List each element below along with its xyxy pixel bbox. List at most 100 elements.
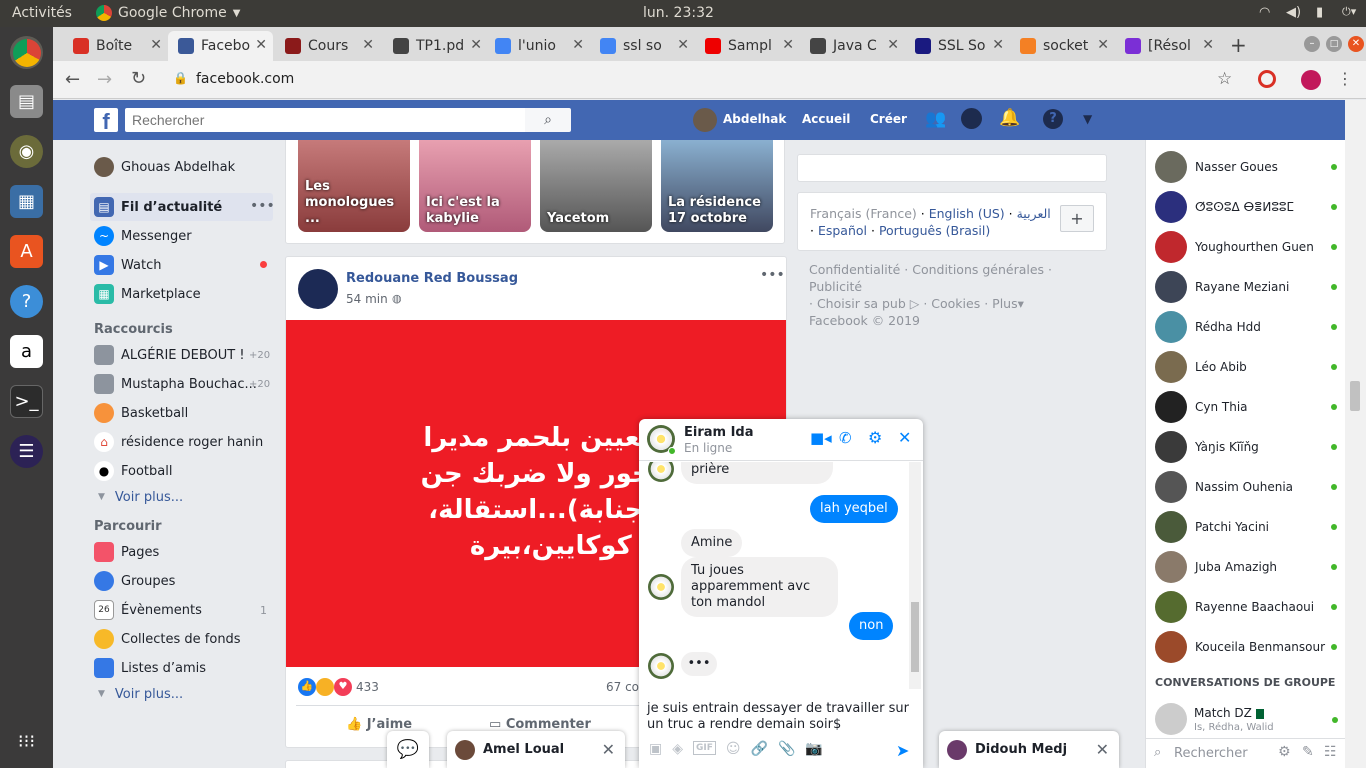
notifications-bell-icon[interactable]: 🔔 — [999, 108, 1020, 128]
chat-scrollbar[interactable] — [909, 462, 921, 689]
shortcut-item[interactable]: ⌂ résidence roger hanin — [94, 431, 269, 453]
contact-item[interactable]: Patchi Yacini — [1155, 510, 1345, 544]
post-author[interactable]: Redouane Red Boussag — [346, 271, 518, 286]
minimize-icon[interactable]: – — [1304, 36, 1320, 52]
close-tab-icon[interactable]: ✕ — [1097, 37, 1109, 53]
like-button[interactable]: 👍 J’aime — [346, 717, 412, 732]
gif-icon[interactable]: GIF — [693, 741, 716, 755]
sidebar-user[interactable]: Ghouas Abdelhak — [94, 156, 235, 178]
footer-link[interactable]: Plus — [992, 296, 1017, 311]
footer-link[interactable]: Cookies — [931, 296, 980, 311]
forward-icon[interactable]: → — [97, 69, 112, 90]
tab-7[interactable]: Sampl ✕ — [695, 31, 800, 61]
close-icon[interactable]: ✕ — [602, 740, 615, 759]
story-2[interactable]: Ici c'est la kabylie — [419, 140, 531, 232]
close-tab-icon[interactable]: ✕ — [677, 37, 689, 53]
contact-item[interactable]: Yàŋis Kĩĩňg — [1155, 430, 1345, 464]
messenger-dock-button[interactable]: 💬 — [387, 731, 429, 768]
show-apps-icon[interactable]: ⁝⁝⁝ — [10, 725, 43, 758]
contact-item[interactable]: Rayane Meziani — [1155, 270, 1345, 304]
profile-link[interactable]: Abdelhak — [723, 112, 786, 126]
files-icon[interactable]: ▤ — [10, 85, 43, 118]
gear-icon[interactable]: ⚙ — [1278, 744, 1291, 760]
close-icon[interactable]: ✕ — [898, 428, 911, 447]
group-avatar[interactable] — [1155, 703, 1187, 735]
explore-item[interactable]: Groupes — [94, 570, 279, 592]
volume-icon[interactable]: ◀) — [1286, 5, 1301, 20]
chat-contact-name[interactable]: Eiram Ida — [684, 425, 754, 440]
shortcut-item[interactable]: Mustapha Bouchac... +20 — [94, 373, 270, 395]
gear-icon[interactable]: ⚙ — [868, 428, 882, 447]
home-link[interactable]: Accueil — [802, 112, 850, 126]
wifi-icon[interactable]: ◠ — [1259, 5, 1270, 20]
messenger-icon[interactable] — [961, 108, 982, 129]
story-3[interactable]: Yacetom — [540, 140, 652, 232]
add-language-button[interactable]: + — [1060, 205, 1094, 232]
sidebar-item-marketplace[interactable]: ▦ Marketplace — [94, 283, 201, 305]
close-tab-icon[interactable]: ✕ — [992, 37, 1004, 53]
chat-header[interactable]: Eiram Ida En ligne ■◂ ✆ ⚙ ✕ — [639, 419, 923, 461]
terminal-icon[interactable]: >_ — [10, 385, 43, 418]
see-more-shortcuts[interactable]: ▼ Voir plus... — [98, 486, 183, 508]
contact-item[interactable]: Youghourthen Guen — [1155, 230, 1345, 264]
close-tab-icon[interactable]: ✕ — [782, 37, 794, 53]
profile-avatar[interactable] — [1301, 70, 1321, 90]
tab-5[interactable]: l'unio ✕ — [485, 31, 590, 61]
language-link[interactable]: Español — [818, 223, 867, 238]
phone-call-icon[interactable]: ✆ — [839, 429, 852, 447]
tab-2[interactable]: Facebo ✕ — [168, 31, 273, 61]
page-scrollbar[interactable] — [1345, 100, 1366, 768]
software-center-icon[interactable]: A — [10, 235, 43, 268]
facebook-logo-icon[interactable]: f — [94, 108, 118, 134]
sticker-icon[interactable]: ◈ — [672, 741, 683, 761]
emoji-icon[interactable]: ☺ — [726, 741, 741, 761]
help-icon[interactable]: ? — [10, 285, 43, 318]
chrome-menu-icon[interactable]: ⋮ — [1337, 69, 1353, 88]
reaction-count[interactable]: 433 — [356, 680, 379, 694]
shortcut-item[interactable]: ● Football — [94, 460, 269, 482]
footer-link[interactable]: Publicité — [809, 279, 862, 294]
tab-9[interactable]: SSL So ✕ — [905, 31, 1010, 61]
close-tab-icon[interactable]: ✕ — [150, 37, 162, 53]
amazon-icon[interactable]: a — [10, 335, 43, 368]
rhythmbox-icon[interactable]: ◉ — [10, 135, 43, 168]
avatar[interactable] — [693, 108, 717, 132]
sidebar-item-watch[interactable]: ▶ Watch — [94, 254, 161, 276]
explore-item[interactable]: Collectes de fonds — [94, 628, 279, 650]
new-tab-icon[interactable]: + — [1230, 33, 1247, 57]
lock-icon[interactable]: 🔒 — [173, 71, 188, 85]
back-icon[interactable]: ← — [65, 69, 80, 90]
eclipse-icon[interactable]: ☰ — [10, 435, 43, 468]
help-icon[interactable]: ? — [1043, 109, 1063, 129]
see-more-explore[interactable]: ▼ Voir plus... — [98, 683, 183, 705]
tab-3[interactable]: Cours ✕ — [275, 31, 380, 61]
footer-link[interactable]: Confidentialité — [809, 262, 900, 277]
contact-item[interactable]: Rayenne Baachaoui — [1155, 590, 1345, 624]
contact-item[interactable]: Léo Abib — [1155, 350, 1345, 384]
battery-icon[interactable]: ▮ — [1316, 5, 1323, 20]
power-menu-icon[interactable]: ⏻▾ — [1342, 5, 1356, 19]
tab-4[interactable]: TP1.pd ✕ — [383, 31, 488, 61]
create-link[interactable]: Créer — [870, 112, 907, 126]
send-icon[interactable]: ➤ — [896, 741, 909, 760]
post-time[interactable]: 54 min — [346, 292, 388, 306]
tab-8[interactable]: Java C ✕ — [800, 31, 905, 61]
language-link[interactable]: Português (Brasil) — [879, 223, 990, 238]
chrome-launcher-icon[interactable] — [10, 36, 43, 69]
contact-item[interactable]: Juba Amazigh — [1155, 550, 1345, 584]
search-input[interactable] — [125, 108, 525, 132]
camera-icon[interactable]: 📷 — [805, 741, 822, 761]
scrollbar-thumb[interactable] — [911, 602, 919, 672]
friends-icon[interactable]: 👥 — [925, 109, 946, 129]
close-tab-icon[interactable]: ✕ — [887, 37, 899, 53]
tab-1[interactable]: Boîte ✕ — [63, 31, 168, 61]
writer-icon[interactable]: ▦ — [10, 185, 43, 218]
group-chat-icon[interactable]: ☷ — [1324, 744, 1337, 760]
explore-item[interactable]: Listes d’amis — [94, 657, 279, 679]
activities-button[interactable]: Activités — [12, 5, 72, 21]
close-tab-icon[interactable]: ✕ — [1202, 37, 1214, 53]
explore-item[interactable]: 26 Évènements 1 — [94, 599, 279, 621]
story-4[interactable]: La résidence 17 octobre — [661, 140, 773, 232]
footer-link[interactable]: Choisir sa pub — [817, 296, 906, 311]
reload-icon[interactable]: ↻ — [131, 68, 146, 89]
